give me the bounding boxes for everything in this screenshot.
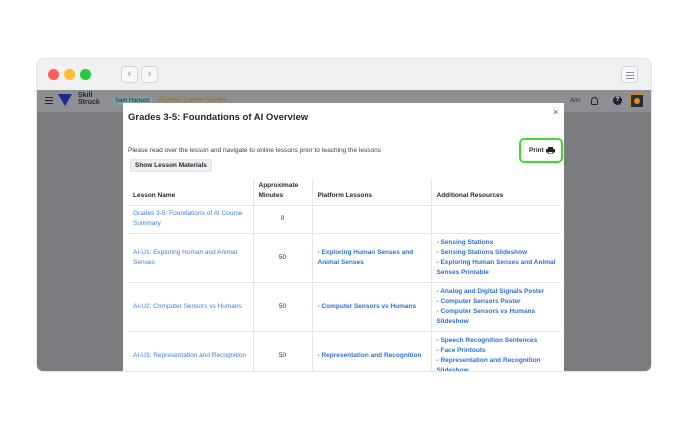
platform-lesson-link[interactable]: - Exploring Human Senses and Animal Sens… bbox=[318, 249, 414, 266]
minutes-cell: 50 bbox=[252, 331, 312, 371]
logo-line-2: Struck bbox=[78, 99, 100, 106]
avatar[interactable] bbox=[630, 94, 644, 108]
resource-link[interactable]: - Analog and Digital Signals Poster bbox=[437, 287, 557, 297]
close-icon[interactable]: × bbox=[553, 108, 558, 117]
col-header-minutes: Approximate Minutes bbox=[252, 179, 312, 206]
lesson-link[interactable]: AI-U2: Computer Sensors vs Humans bbox=[133, 303, 242, 310]
user-name[interactable]: Ann bbox=[570, 98, 581, 104]
settings-icon[interactable] bbox=[621, 66, 638, 83]
resource-link[interactable]: - Representation and Recognition Slidesh… bbox=[437, 356, 557, 372]
table-row: AI-U3: Representation and Recognition 50… bbox=[128, 331, 561, 371]
resource-link[interactable]: - Speech Recognition Sentences bbox=[437, 336, 557, 346]
bell-icon[interactable] bbox=[591, 97, 598, 105]
platform-lesson-link[interactable]: - Computer Sensors vs Humans bbox=[318, 303, 417, 310]
app-viewport: Skill Struck Sam Hanson Explore Upgrade … bbox=[37, 90, 651, 371]
skillstruck-logo-icon[interactable] bbox=[58, 94, 72, 106]
table-row: Grades 3-5: Foundations of AI Course Sum… bbox=[128, 205, 561, 234]
modal-title: Grades 3-5: Foundations of AI Overview bbox=[128, 112, 309, 123]
col-header-resources: Additional Resources bbox=[430, 179, 561, 206]
help-icon[interactable]: ? bbox=[613, 96, 622, 105]
lesson-link[interactable]: Grades 3-5: Foundations of AI Course Sum… bbox=[133, 210, 242, 227]
lesson-link[interactable]: AI-U3: Representation and Recognition bbox=[133, 352, 246, 359]
resources-cell bbox=[430, 205, 561, 234]
resource-link[interactable]: - Exploring Human Senses and Animal Sens… bbox=[437, 258, 557, 278]
resource-link[interactable]: - Computer Sensors vs Humans Slideshow bbox=[437, 307, 557, 327]
forward-button[interactable]: › bbox=[141, 66, 158, 83]
resource-link[interactable]: - Sensing Stations Slideshow bbox=[437, 248, 557, 258]
browser-window: ‹ › Skill Struck Sam Hanson Explore Upgr… bbox=[37, 59, 651, 371]
table-row: AI-U2: Computer Sensors vs Humans 50 - C… bbox=[128, 282, 561, 332]
platform-cell bbox=[311, 205, 431, 234]
logo-line-1: Skill bbox=[78, 92, 93, 99]
print-label: Print bbox=[529, 147, 544, 154]
minimize-window-button[interactable] bbox=[64, 69, 75, 80]
lessons-table: Lesson Name Approximate Minutes Platform… bbox=[128, 179, 561, 371]
lesson-link[interactable]: AI-U1: Exploring Human and Animal Senses bbox=[133, 249, 237, 266]
back-button[interactable]: ‹ bbox=[121, 66, 138, 83]
resource-link[interactable]: - Computer Sensors Poster bbox=[437, 297, 557, 307]
minutes-cell: 0 bbox=[252, 205, 312, 234]
app-logo-text: Skill Struck bbox=[78, 92, 100, 106]
resource-link[interactable]: - Face Printouts bbox=[437, 346, 557, 356]
col-header-platform: Platform Lessons bbox=[311, 179, 431, 206]
browser-titlebar: ‹ › bbox=[37, 59, 651, 90]
close-window-button[interactable] bbox=[48, 69, 59, 80]
maximize-window-button[interactable] bbox=[80, 69, 91, 80]
print-button[interactable]: Print bbox=[519, 138, 563, 163]
table-header-row: Lesson Name Approximate Minutes Platform… bbox=[128, 179, 561, 206]
platform-lesson-link[interactable]: - Representation and Recognition bbox=[318, 352, 422, 359]
minutes-cell: 50 bbox=[252, 233, 312, 283]
minutes-cell: 50 bbox=[252, 282, 312, 332]
resource-link[interactable]: - Sensing Stations bbox=[437, 238, 557, 248]
col-header-lesson-name: Lesson Name bbox=[128, 179, 253, 206]
table-row: AI-U1: Exploring Human and Animal Senses… bbox=[128, 233, 561, 283]
modal-intro-text: Please read over the lesson and navigate… bbox=[128, 147, 381, 154]
printer-icon bbox=[546, 147, 555, 154]
hamburger-icon[interactable] bbox=[45, 97, 53, 106]
lesson-overview-modal: Grades 3-5: Foundations of AI Overview ×… bbox=[123, 103, 564, 371]
show-lesson-materials-button[interactable]: Show Lesson Materials bbox=[130, 159, 212, 172]
